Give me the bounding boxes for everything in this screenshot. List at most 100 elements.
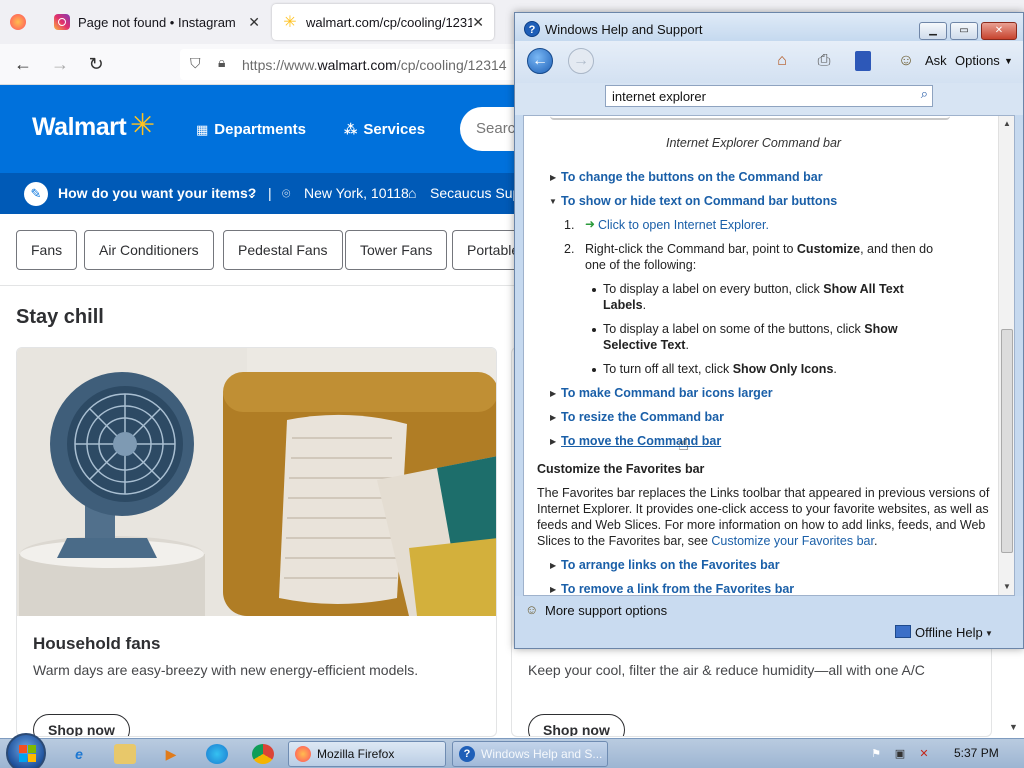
- bullet2-line2: Selective Text.: [603, 338, 689, 352]
- tab-walmart[interactable]: ✳ walmart.com/cp/cooling/1231 ✕: [272, 4, 494, 40]
- firefox-view-tab[interactable]: [0, 4, 42, 40]
- link-show-hide-text[interactable]: To show or hide text on Command bar butt…: [561, 193, 837, 209]
- step2-line1: Right-click the Command bar, point to Cu…: [585, 242, 934, 256]
- expand-arrow-icon[interactable]: ▶: [550, 437, 556, 446]
- expand-arrow-icon[interactable]: ▶: [550, 561, 556, 570]
- bullet: [592, 368, 596, 372]
- help-titlebar[interactable]: ? Windows Help and Support ▁ ▭ ✕: [515, 13, 1023, 41]
- divider: [0, 285, 515, 286]
- minimize-button[interactable]: ▁: [919, 22, 947, 40]
- walmart-logo[interactable]: Walmart: [32, 113, 127, 142]
- favorites-paragraph-line: The Favorites bar replaces the Links too…: [537, 486, 990, 500]
- favorites-heading: Customize the Favorites bar: [537, 462, 705, 476]
- search-icon[interactable]: ⌕: [921, 86, 928, 102]
- link-remove-favorite[interactable]: To remove a link from the Favorites bar: [561, 581, 794, 595]
- more-support-options[interactable]: More support options: [545, 603, 667, 618]
- close-tab-icon[interactable]: ✕: [472, 14, 484, 31]
- help-search-value: internet explorer: [612, 89, 706, 104]
- ask-icon[interactable]: ☺: [895, 51, 917, 71]
- forward-icon[interactable]: →: [50, 54, 70, 74]
- shop-now-button[interactable]: Shop now: [33, 714, 130, 736]
- scroll-down-icon[interactable]: ▼: [1009, 722, 1018, 732]
- delivery-separator: |: [268, 185, 272, 201]
- back-icon[interactable]: ←: [13, 54, 33, 74]
- expand-arrow-icon[interactable]: ▶: [550, 389, 556, 398]
- expand-arrow-icon[interactable]: ▶: [550, 413, 556, 422]
- chip-air-conditioners[interactable]: Air Conditioners: [84, 230, 214, 270]
- link-customize-favorites-bar[interactable]: Customize your Favorites bar: [711, 534, 874, 548]
- help-scrollbar[interactable]: ▲ ▼: [998, 116, 1014, 595]
- chevron-down-icon[interactable]: ⌄: [246, 185, 258, 202]
- card-title[interactable]: Household fans: [33, 634, 161, 654]
- favorites-paragraph-line: Slices to the Favorites bar, see Customi…: [537, 534, 878, 548]
- departments-button[interactable]: ▦ Departments: [196, 121, 306, 138]
- maximize-button[interactable]: ▭: [950, 22, 978, 40]
- chip-tower-fans[interactable]: Tower Fans: [345, 230, 448, 270]
- walmart-spark-icon: ✳: [283, 14, 297, 31]
- expand-arrow-icon[interactable]: ▶: [550, 585, 556, 594]
- services-grid-icon: ⁂: [344, 121, 357, 137]
- ask-button[interactable]: Ask: [925, 53, 947, 68]
- reload-icon[interactable]: ↻: [86, 54, 106, 74]
- scroll-up-icon[interactable]: ▲: [1003, 119, 1011, 128]
- support-people-icon: ☺: [525, 602, 539, 617]
- bullet: [592, 328, 596, 332]
- print-icon[interactable]: ⎙: [813, 51, 835, 71]
- browse-help-icon[interactable]: [855, 51, 871, 71]
- clock[interactable]: 5:37 PM: [954, 746, 999, 760]
- scrollbar-thumb[interactable]: [1001, 329, 1013, 553]
- options-button[interactable]: Options: [955, 53, 1000, 68]
- action-center-flag-icon[interactable]: ⚑: [868, 747, 884, 761]
- help-toolbar: ← → ⌂ ⎙ ☺ Ask Options ▼: [515, 41, 1023, 83]
- delivery-location[interactable]: New York, 10118: [304, 185, 409, 201]
- product-card-household-fans[interactable]: Household fans Warm days are easy-breezy…: [16, 347, 497, 737]
- page-scrollbar[interactable]: ▼: [1004, 650, 1024, 738]
- shop-now-button[interactable]: Shop now: [528, 714, 625, 736]
- link-change-buttons[interactable]: To change the buttons on the Command bar: [561, 169, 823, 185]
- chip-fans[interactable]: Fans: [16, 230, 78, 270]
- internet-explorer-icon[interactable]: e: [68, 744, 90, 764]
- green-arrow-icon: ➜: [585, 217, 596, 231]
- services-label: Services: [363, 121, 426, 138]
- help-window: ? Windows Help and Support ▁ ▭ ✕ ← → ⌂ ⎙…: [514, 12, 1024, 649]
- taskbar-firefox[interactable]: Mozilla Firefox: [288, 741, 446, 767]
- volume-muted-icon[interactable]: ✕: [916, 747, 932, 761]
- forward-arrow-icon[interactable]: →: [568, 48, 594, 74]
- start-button[interactable]: [6, 733, 46, 768]
- link-arrange-favorites[interactable]: To arrange links on the Favorites bar: [561, 557, 780, 573]
- offline-help-button[interactable]: Offline Help: [915, 625, 983, 640]
- taskbar-firefox-label: Mozilla Firefox: [317, 747, 395, 761]
- scroll-down-icon[interactable]: ▼: [1003, 582, 1011, 591]
- close-button[interactable]: ✕: [981, 22, 1017, 40]
- tab-instagram[interactable]: Page not found • Instagram ✕: [44, 4, 270, 40]
- shield-icon[interactable]: ⛉: [190, 55, 201, 72]
- chip-pedestal-fans[interactable]: Pedestal Fans: [223, 230, 343, 270]
- taskbar-help[interactable]: ? Windows Help and S...: [452, 741, 608, 767]
- media-player-icon[interactable]: ▶: [160, 744, 182, 764]
- file-explorer-icon[interactable]: [114, 744, 136, 764]
- home-icon[interactable]: ⌂: [771, 51, 793, 71]
- chrome-icon[interactable]: [252, 744, 274, 764]
- chip-portable[interactable]: Portable: [452, 230, 522, 270]
- fan-pillows-image: [17, 348, 496, 616]
- back-arrow-icon[interactable]: ←: [527, 48, 553, 74]
- favorites-paragraph-line: Internet Explorer. It provides one-click…: [537, 502, 989, 516]
- tab-walmart-title: walmart.com/cp/cooling/1231: [306, 14, 473, 30]
- walmart-spark-icon[interactable]: ✳: [130, 111, 155, 141]
- options-dropdown-icon[interactable]: ▼: [1004, 56, 1013, 66]
- edge-icon[interactable]: [206, 744, 228, 764]
- services-button[interactable]: ⁂ Services: [344, 121, 425, 138]
- collapse-arrow-icon[interactable]: ▼: [549, 197, 557, 206]
- link-open-internet-explorer[interactable]: Click to open Internet Explorer.: [598, 217, 769, 233]
- link-icons-larger[interactable]: To make Command bar icons larger: [561, 385, 773, 401]
- link-resize-command-bar[interactable]: To resize the Command bar: [561, 409, 724, 425]
- chevron-down-icon[interactable]: ▼: [985, 629, 993, 638]
- lock-icon[interactable]: 🔒︎: [218, 54, 225, 71]
- network-icon[interactable]: ▣: [892, 747, 908, 761]
- close-tab-icon[interactable]: ✕: [248, 14, 260, 31]
- delivery-question[interactable]: How do you want your items?: [58, 185, 256, 201]
- link-move-command-bar[interactable]: To move the Command bar: [561, 433, 721, 449]
- help-search-input[interactable]: internet explorer ⌕: [605, 85, 933, 107]
- bullet2-line1: To display a label on some of the button…: [603, 322, 898, 336]
- expand-arrow-icon[interactable]: ▶: [550, 173, 556, 182]
